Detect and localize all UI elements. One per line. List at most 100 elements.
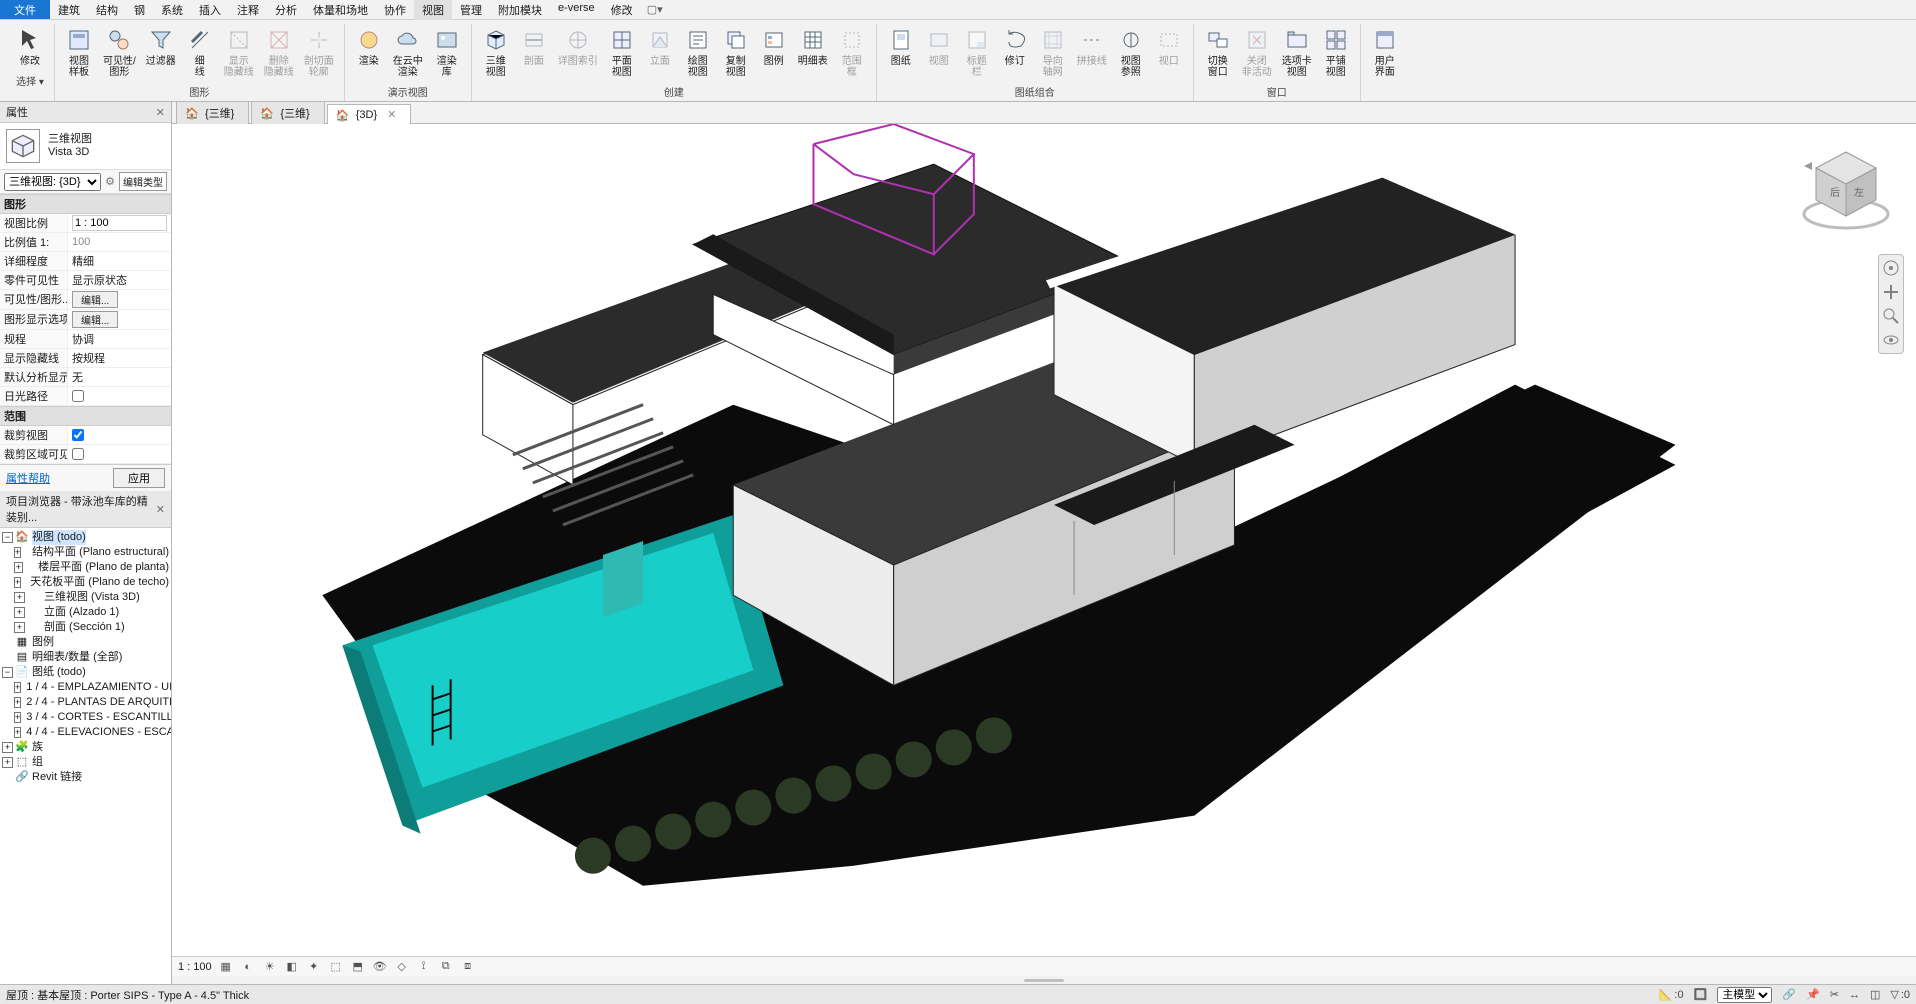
menu-管理[interactable]: 管理 (452, 0, 490, 20)
tree-node[interactable]: +🧩族 (0, 740, 171, 755)
prop-dropdown[interactable]: 显示原状态 (72, 272, 127, 288)
tree-node[interactable]: 🔗Revit 链接 (0, 770, 171, 785)
menu-修改[interactable]: 修改 (603, 0, 641, 20)
ribbon-tile[interactable]: 平铺 视图 (1318, 24, 1354, 80)
ribbon-sheet[interactable]: 图纸 (883, 24, 919, 80)
gear-icon[interactable]: ⚙ (105, 175, 115, 188)
menu-e-verse[interactable]: e-verse (550, 0, 603, 20)
background-icon[interactable]: ◫ (1870, 988, 1880, 1001)
ribbon-3d[interactable]: 三维 视图 (478, 24, 514, 80)
crop-region-icon[interactable]: ⬒ (350, 959, 366, 975)
shadows-icon[interactable]: ◧ (284, 959, 300, 975)
tree-expander-icon[interactable]: − (2, 532, 13, 543)
ribbon-vg[interactable]: 可见性/ 图形 (99, 24, 140, 80)
tree-node[interactable]: −📄图纸 (todo) (0, 665, 171, 680)
tree-expander-icon[interactable]: + (2, 742, 13, 753)
tree-node[interactable]: +结构平面 (Plano estructural) (0, 545, 171, 560)
scale-label[interactable]: 1 : 100 (178, 961, 212, 973)
menu-注释[interactable]: 注释 (229, 0, 267, 20)
prop-dropdown[interactable]: 协调 (72, 331, 94, 347)
tree-expander-icon[interactable]: + (14, 622, 25, 633)
ribbon-gallery[interactable]: 渲染 库 (429, 24, 465, 80)
prop-dropdown[interactable]: 无 (72, 369, 83, 385)
zoom-icon[interactable] (1882, 307, 1900, 325)
tree-node[interactable]: +天花板平面 (Plano de techo) (0, 575, 171, 590)
ribbon-filter[interactable]: 过滤器 (142, 24, 180, 80)
reveal-constraints-icon[interactable]: ⟟ (416, 959, 432, 975)
apply-button[interactable]: 应用 (113, 468, 165, 488)
filter-count[interactable]: ▽:0 (1890, 988, 1910, 1001)
tree-expander-icon[interactable]: + (14, 592, 25, 603)
view-tab[interactable]: 🏠{三维} (176, 101, 249, 124)
tree-node[interactable]: +⬚组 (0, 755, 171, 770)
prop-input[interactable] (72, 215, 167, 231)
menu-钢[interactable]: 钢 (126, 0, 153, 20)
tree-expander-icon[interactable]: − (2, 667, 13, 678)
tree-expander-icon[interactable]: + (14, 562, 23, 573)
project-tree[interactable]: −🏠视图 (todo)+结构平面 (Plano estructural)+楼层平… (0, 528, 171, 984)
menu-系统[interactable]: 系统 (153, 0, 191, 20)
close-icon[interactable]: ✕ (387, 108, 396, 121)
ribbon-vref[interactable]: 视图 参照 (1113, 24, 1149, 80)
unhide-icon[interactable]: 👁 (372, 959, 388, 975)
workset-dropdown[interactable]: 主模型 (1717, 987, 1772, 1003)
pin-icon[interactable]: 📌 (1806, 988, 1820, 1001)
ribbon-legend[interactable]: 图例 (756, 24, 792, 80)
instance-selector[interactable]: 三维视图: {3D} (4, 173, 101, 191)
ribbon-tmpl[interactable]: 视图 样板 (61, 24, 97, 80)
ribbon-draft[interactable]: 绘图 视图 (680, 24, 716, 80)
ribbon-rev[interactable]: 修订 (997, 24, 1033, 80)
close-icon[interactable]: ✕ (156, 106, 165, 119)
orbit-icon[interactable] (1882, 331, 1900, 349)
tree-expander-icon[interactable]: + (14, 547, 21, 558)
menu-体量和场地[interactable]: 体量和场地 (305, 0, 376, 20)
ribbon-thin[interactable]: 细 线 (182, 24, 218, 80)
sun-path-icon[interactable]: ☀ (262, 959, 278, 975)
navigation-bar[interactable] (1878, 254, 1904, 354)
3d-canvas[interactable]: 后 左 (172, 124, 1916, 956)
view-tab[interactable]: 🏠{3D}✕ (327, 104, 412, 124)
prop-edit-button[interactable]: 编辑... (72, 311, 118, 328)
properties-help-link[interactable]: 属性帮助 (6, 470, 50, 486)
menu-分析[interactable]: 分析 (267, 0, 305, 20)
tree-expander-icon[interactable]: + (14, 577, 21, 588)
tree-node[interactable]: ▦图例 (0, 635, 171, 650)
rendering-icon[interactable]: ✦ (306, 959, 322, 975)
prop-checkbox[interactable] (72, 429, 84, 441)
tree-node[interactable]: +楼层平面 (Plano de planta) (0, 560, 171, 575)
view-cube[interactable]: 后 左 (1798, 142, 1894, 238)
ribbon-render[interactable]: 渲染 (351, 24, 387, 80)
ribbon-tabv[interactable]: 选项卡 视图 (1278, 24, 1316, 80)
tree-node[interactable]: +2 / 4 - PLANTAS DE ARQUITE (0, 695, 171, 710)
menu-插入[interactable]: 插入 (191, 0, 229, 20)
editable-only-icon[interactable]: 🔲 (1694, 988, 1708, 1001)
pan-icon[interactable] (1882, 283, 1900, 301)
menu-file[interactable]: 文件 (0, 0, 50, 19)
visual-style-icon[interactable]: ◐ (240, 959, 256, 975)
prop-dropdown[interactable]: 精细 (72, 253, 94, 269)
full-nav-wheel-icon[interactable] (1882, 259, 1900, 277)
link-select-icon[interactable]: 🔗 (1782, 988, 1796, 1001)
split-handle[interactable] (172, 976, 1916, 984)
ribbon-cursor[interactable]: 修改 (12, 24, 48, 69)
menu-建筑[interactable]: 建筑 (50, 0, 88, 20)
snap-icon[interactable]: ✂ (1830, 988, 1839, 1001)
menu-结构[interactable]: 结构 (88, 0, 126, 20)
prop-checkbox[interactable] (72, 448, 84, 460)
tree-node[interactable]: +3 / 4 - CORTES - ESCANTILLO (0, 710, 171, 725)
tree-expander-icon[interactable]: + (2, 757, 13, 768)
worksharing-icon[interactable]: ⧈ (460, 959, 476, 975)
selection-count[interactable]: 📐 :0 (1659, 988, 1684, 1001)
tree-node[interactable]: +1 / 4 - EMPLAZAMIENTO - UI (0, 680, 171, 695)
analytical-icon[interactable]: ⧉ (438, 959, 454, 975)
edit-type-button[interactable]: 编辑类型 (119, 172, 167, 191)
drag-icon[interactable]: ↔ (1849, 989, 1860, 1001)
tree-expander-icon[interactable]: + (14, 607, 25, 618)
detail-level-icon[interactable]: ▦ (218, 959, 234, 975)
ribbon-dup[interactable]: 复制 视图 (718, 24, 754, 80)
view-tab[interactable]: 🏠{三维} (251, 101, 324, 124)
tree-node[interactable]: ▤明细表/数量 (全部) (0, 650, 171, 665)
ribbon-ui[interactable]: 用户 界面 (1367, 24, 1403, 80)
tree-expander-icon[interactable]: + (14, 697, 21, 708)
menu-协作[interactable]: 协作 (376, 0, 414, 20)
